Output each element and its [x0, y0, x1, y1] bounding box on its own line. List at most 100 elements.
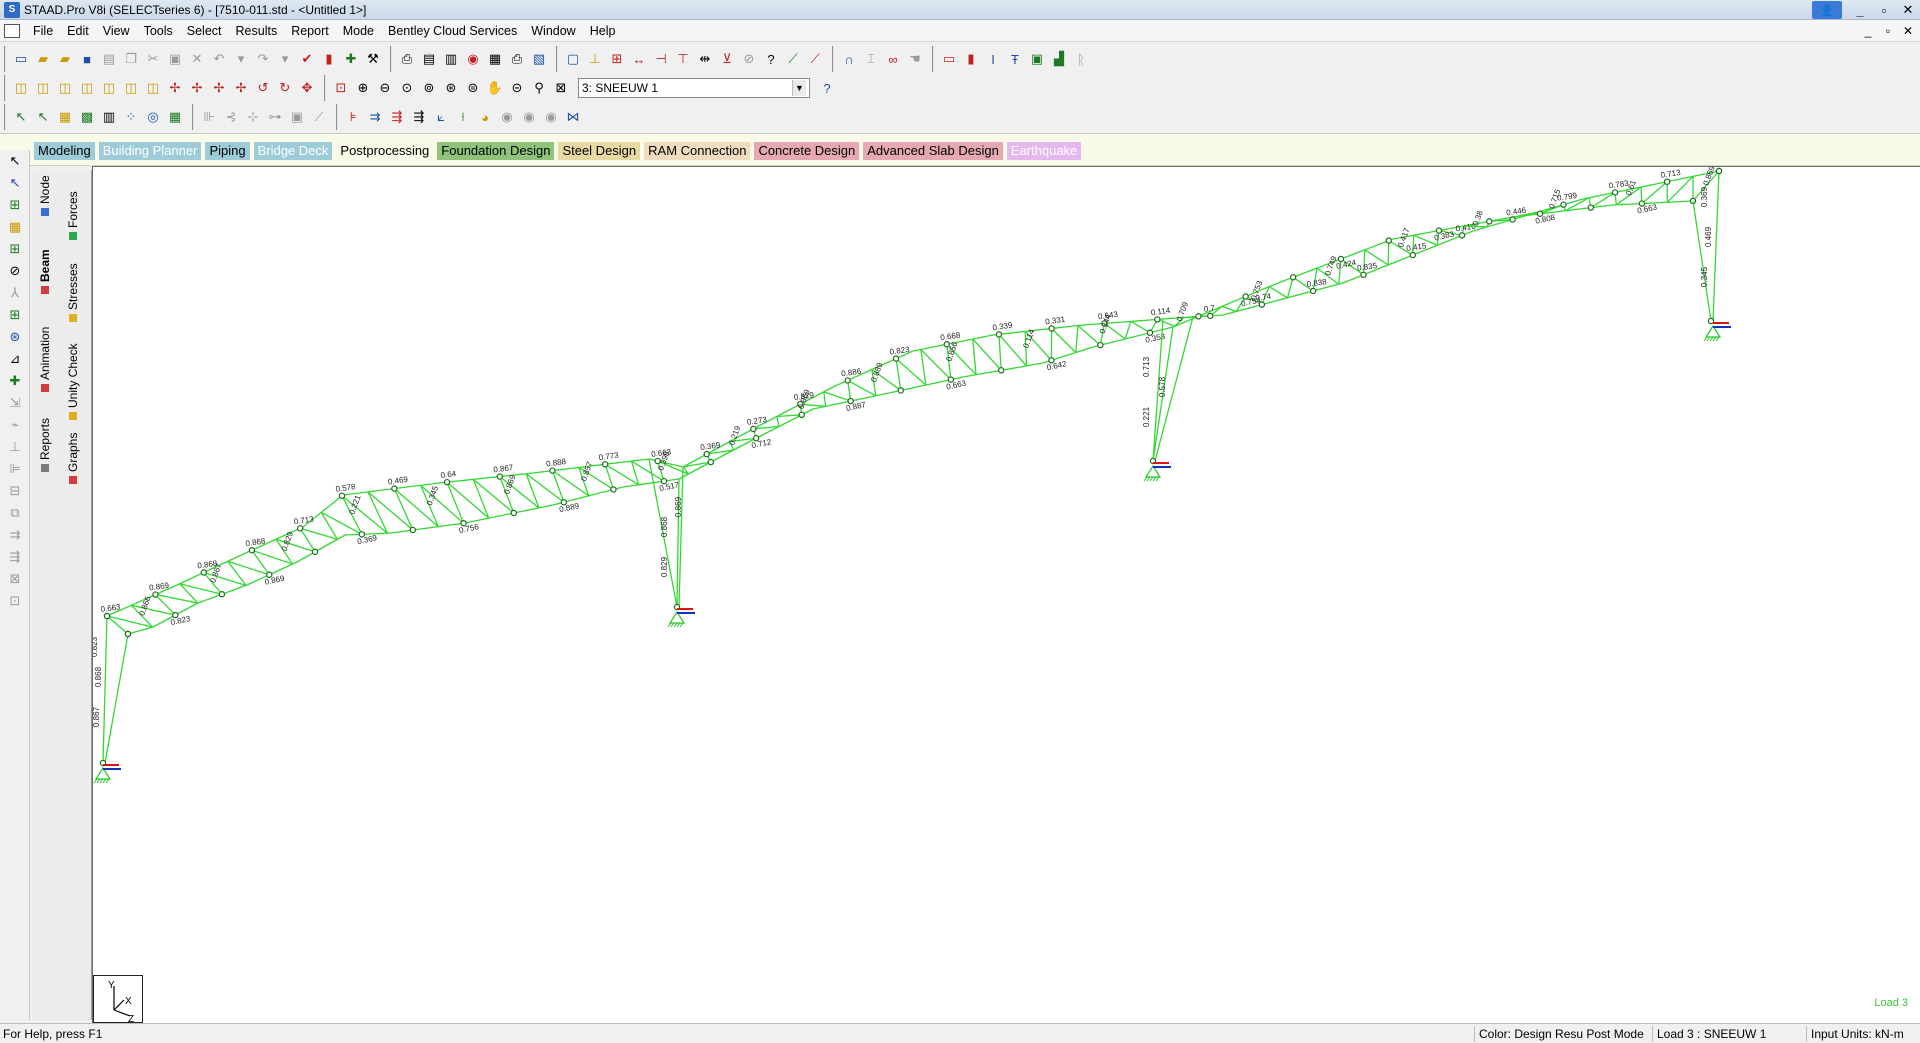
select-beams-icon[interactable]: ↖ [32, 106, 54, 128]
view-iso-icon[interactable]: ◫ [142, 77, 164, 99]
spin-left-icon[interactable]: ↺ [252, 77, 274, 99]
zoom-out-icon[interactable]: ⊖ [374, 77, 396, 99]
shading-icon[interactable]: ◉ [496, 106, 518, 128]
menu-window[interactable]: Window [524, 20, 582, 42]
structure-wizard-icon[interactable]: ✚ [340, 48, 362, 70]
truss-model-canvas[interactable]: 0.663 0.8660.8690.8230.8680.8670.8680.869… [93, 167, 1920, 1023]
restore-button[interactable]: ▫ [1872, 0, 1896, 20]
print-preview-page-icon[interactable]: ▤ [418, 48, 440, 70]
split-beam-icon[interactable]: ⊘ [738, 48, 760, 70]
filter-2-icon[interactable]: ⊰ [220, 106, 242, 128]
node-point[interactable] [1663, 178, 1671, 185]
cursor-icon[interactable]: ⌶ [860, 48, 882, 70]
web-vertical-member[interactable] [251, 549, 270, 576]
rotate-down-icon[interactable]: ✢ [186, 77, 208, 99]
web-vertical-member[interactable] [998, 334, 1002, 371]
view-left-icon[interactable]: ◫ [54, 77, 76, 99]
node-point[interactable] [296, 525, 304, 532]
web-diagonal-member[interactable] [227, 560, 270, 576]
print-setup-icon[interactable]: ▥ [440, 48, 462, 70]
local-axis-icon[interactable]: ⇶ [408, 106, 430, 128]
left-column-member[interactable] [104, 633, 129, 764]
insert-node-icon[interactable]: ↔ [628, 48, 650, 70]
wind-icon[interactable]: ᚱ [1070, 48, 1092, 70]
web-vertical-member[interactable] [367, 491, 389, 534]
results-icon[interactable]: ▭ [938, 48, 960, 70]
tab-unity-check[interactable]: Unity Check [66, 343, 80, 420]
node-point[interactable] [897, 387, 905, 394]
web-diagonal-member[interactable] [895, 358, 927, 386]
light-icon[interactable]: ◉ [540, 106, 562, 128]
fixed-support-icon[interactable] [1703, 322, 1731, 342]
filter-4-icon[interactable]: ⊶ [264, 106, 286, 128]
document-icon[interactable] [4, 23, 20, 38]
lasso-cursor-icon[interactable]: ⅄ [2, 282, 28, 304]
web-vertical-member[interactable] [1221, 305, 1237, 313]
node-point[interactable] [798, 411, 805, 419]
web-diagonal-member[interactable] [998, 333, 1027, 367]
view-top-icon[interactable]: ◫ [98, 77, 120, 99]
print-current-view-icon[interactable]: ⎙ [506, 48, 528, 70]
web-vertical-member[interactable] [920, 349, 927, 386]
hammer-icon[interactable]: ⚒ [362, 48, 384, 70]
rotate-up-icon[interactable]: ✢ [164, 77, 186, 99]
load-display-icon[interactable]: ⟊ [452, 106, 474, 128]
node-point[interactable] [510, 509, 517, 517]
zoom-previous-icon[interactable]: ⊜ [462, 77, 484, 99]
cut-icon[interactable]: ✂ [142, 48, 164, 70]
section-icon[interactable]: ▮ [960, 48, 982, 70]
beam-orientation-icon[interactable]: ⇉ [364, 106, 386, 128]
tab-animation[interactable]: Animation [38, 327, 52, 392]
intersect-beams-icon[interactable]: ⇹ [694, 48, 716, 70]
menu-results[interactable]: Results [229, 20, 285, 42]
node-point[interactable] [1458, 232, 1466, 239]
node-point[interactable] [1509, 216, 1516, 223]
delete-icon[interactable]: ✕ [186, 48, 208, 70]
select-grid-icon[interactable]: ▦ [164, 106, 186, 128]
mode-tab-bridge-deck[interactable]: Bridge Deck [253, 142, 333, 160]
add-beam-between-icon[interactable]: ⊣ [650, 48, 672, 70]
connect-icon[interactable]: ⇉ [2, 524, 28, 546]
add-plate-icon[interactable]: ⊞ [606, 48, 628, 70]
renumber-icon[interactable]: ⇶ [2, 546, 28, 568]
select-plates-icon[interactable]: ▦ [54, 106, 76, 128]
select-nodes-icon[interactable]: ↖ [10, 106, 32, 128]
fixed-support-icon[interactable] [667, 608, 695, 628]
menu-bentley-cloud-services[interactable]: Bentley Cloud Services [381, 20, 524, 42]
copy-geom-icon[interactable]: ⧉ [2, 502, 28, 524]
mode-tab-ram-connection[interactable]: RAM Connection [644, 142, 751, 160]
delete-geom-icon[interactable]: ⊠ [2, 568, 28, 590]
web-vertical-member[interactable] [446, 481, 465, 524]
chart-icon[interactable]: ▟ [1048, 48, 1070, 70]
bucket-icon[interactable]: ▮ [318, 48, 340, 70]
node-point[interactable] [1587, 204, 1595, 211]
node-point[interactable] [124, 630, 132, 638]
node-point[interactable] [707, 458, 715, 466]
export-view-icon[interactable]: ▦ [484, 48, 506, 70]
nodes-cursor-icon[interactable]: ↖ [2, 172, 28, 194]
web-vertical-member[interactable] [1268, 286, 1288, 299]
hand-icon[interactable]: ☚ [904, 48, 926, 70]
new-file-icon[interactable]: ▭ [10, 48, 32, 70]
copy-icon[interactable]: ❐ [120, 48, 142, 70]
doc-close-button[interactable]: ✕ [1898, 22, 1918, 40]
node-point[interactable] [311, 548, 319, 556]
web-diagonal-member[interactable] [823, 391, 851, 402]
undo-icon[interactable]: ↶ [208, 48, 230, 70]
web-vertical-member[interactable] [972, 338, 977, 375]
annotation-icon[interactable]: ⟋ [804, 48, 826, 70]
zoom-window-frame-icon[interactable]: ⊡ [330, 77, 352, 99]
mode-tab-advanced-slab-design[interactable]: Advanced Slab Design [863, 142, 1003, 160]
axes-display-icon[interactable]: ⋈ [562, 106, 584, 128]
cursor-select-icon[interactable]: ↖ [2, 150, 28, 172]
node-point[interactable] [995, 331, 1003, 338]
menu-report[interactable]: Report [284, 20, 336, 42]
take-picture-icon[interactable]: ◉ [462, 48, 484, 70]
arc-icon[interactable]: ∩ [838, 48, 860, 70]
tab-node[interactable]: Node [38, 175, 52, 216]
node-point[interactable] [750, 425, 757, 433]
open-folder-icon[interactable]: ▰ [54, 48, 76, 70]
menu-file[interactable]: File [26, 20, 60, 42]
run-analysis-icon[interactable]: ✔ [296, 48, 318, 70]
beam-releases-icon[interactable]: ⊧ [342, 106, 364, 128]
